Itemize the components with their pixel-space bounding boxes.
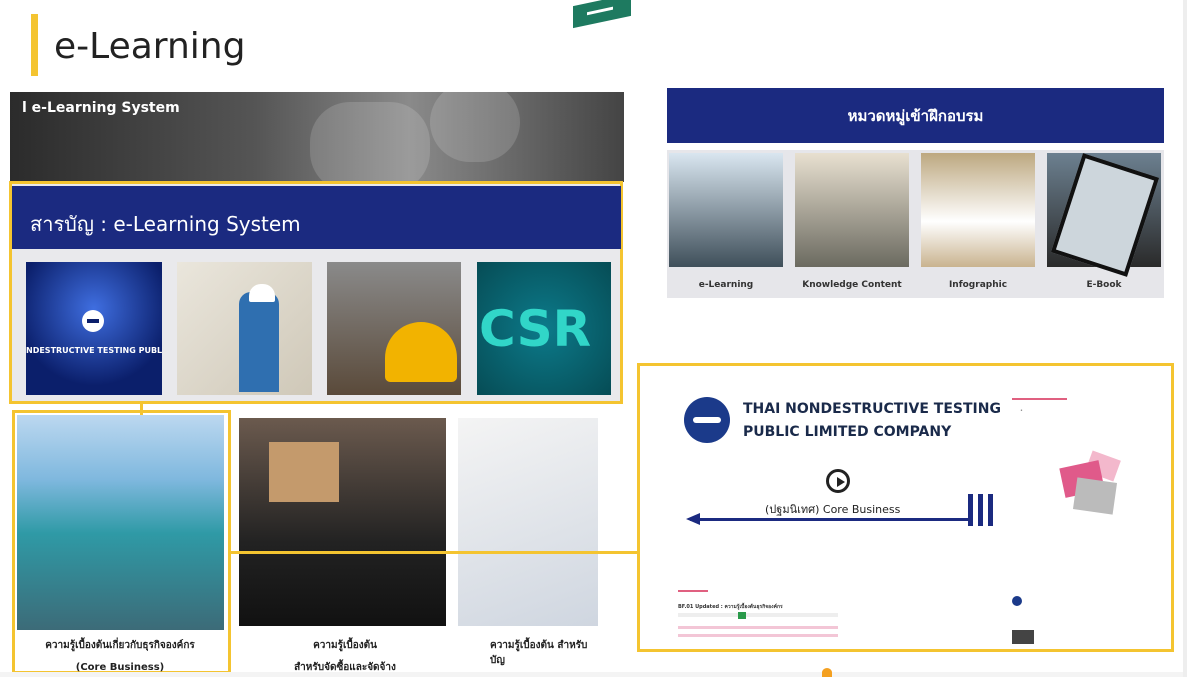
category-label-elearning[interactable]: e-Learning [669,280,783,290]
cart-box-icon [269,442,339,502]
hard-hat-icon [385,322,457,382]
csr-thumb[interactable]: CSR [477,262,611,395]
video-side-panel: • [1012,392,1162,642]
title-accent-bar [31,14,38,76]
company-name: THAI NONDESTRUCTIVE TESTING PUBLIC LIMIT… [743,398,1001,444]
tndt-logo-icon [684,397,730,443]
tablet-icon [1050,153,1160,277]
card-caption-3: ความรู้เบื้องต้น สำหรับบัญ [490,640,588,666]
category-ebook-image[interactable] [1047,153,1161,277]
gray-card-icon [1072,477,1118,515]
orange-marker-icon [822,668,832,677]
core-business-line [690,518,970,521]
avatar [1012,596,1022,606]
category-infographic-image[interactable] [921,153,1035,267]
thumbnail-icon [1012,630,1034,644]
industrial-plant-thumb[interactable] [327,262,461,395]
arrow-left-icon [686,513,700,525]
bottom-bar [0,672,1187,677]
ndt-company-thumb[interactable]: NDESTRUCTIVE TESTING PUBLIC C [26,262,162,395]
procurement-thumb[interactable] [239,418,446,626]
accounting-thumb[interactable] [458,418,598,626]
course-link-line [678,626,838,629]
core-business-label: (ปฐมนิเทศ) Core Business [765,503,901,516]
green-badge-icon [738,612,746,619]
connector-line-2 [231,551,641,554]
menu-icon[interactable] [573,0,631,29]
category-label-infographic[interactable]: Infographic [921,280,1035,290]
csr-text: CSR [479,300,592,358]
play-icon[interactable] [826,469,850,493]
right-edge [1183,0,1187,677]
card-caption-2: ความรู้เบื้องต้น [313,640,377,651]
card-caption-1: ความรู้เบื้องต้นเกี่ยวกับธุรกิจองค์กร [45,640,195,651]
page-title: e-Learning [54,26,246,67]
tab-underline [678,590,708,592]
category-knowledge-image[interactable] [795,153,909,267]
ndt-logo-icon [82,310,104,332]
core-business-highlight-frame [12,410,231,674]
bars-icon [968,494,998,526]
company-name-line2: PUBLIC LIMITED COMPANY [743,424,952,440]
ndt-thumb-text: NDESTRUCTIVE TESTING PUBLIC C [26,346,162,355]
course-link-line-2 [678,634,838,637]
toc-title: สารบัญ : e-Learning System [30,212,301,236]
category-title: หมวดหมู่เข้าฝึกอบรม [847,107,984,125]
category-elearning-image[interactable] [669,153,783,267]
course-title: BF.01 Updated : ความรู้เบื้องต้นธุรกิจอง… [678,604,783,610]
course-meta-line [678,613,838,617]
hero-label: l e-Learning System [22,100,180,116]
company-name-line1: THAI NONDESTRUCTIVE TESTING [743,401,1001,417]
category-label-knowledge[interactable]: Knowledge Content [795,280,909,290]
category-label-ebook[interactable]: E-Book [1047,280,1161,290]
inspection-worker-thumb[interactable] [177,262,312,395]
